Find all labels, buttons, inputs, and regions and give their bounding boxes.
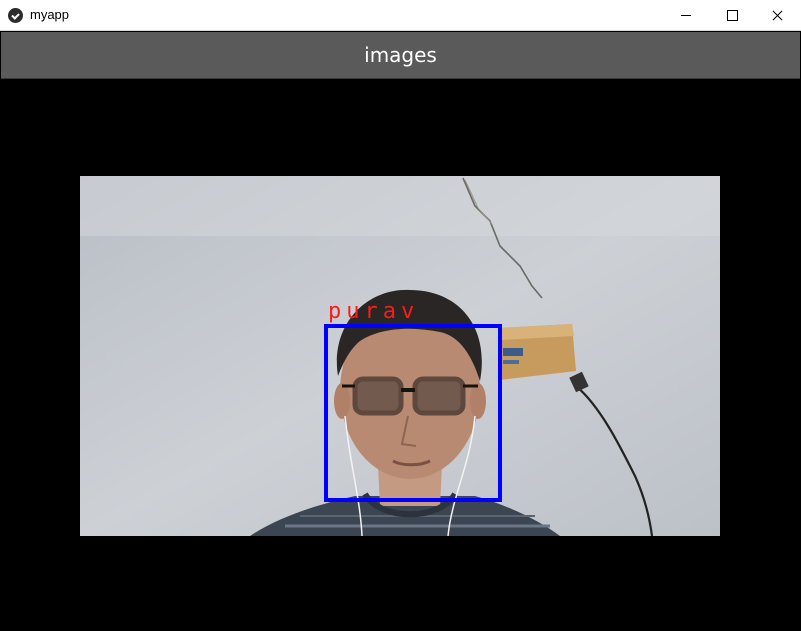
window-title: myapp: [30, 7, 70, 22]
camera-feed: purav: [80, 176, 720, 536]
face-detection-label: purav: [328, 299, 420, 324]
maximize-button[interactable]: [709, 0, 755, 30]
close-button[interactable]: [755, 0, 801, 30]
header-button[interactable]: images: [1, 32, 800, 79]
header-title: images: [364, 43, 437, 67]
app-window: myapp images purav: [0, 0, 801, 631]
app-icon: [8, 8, 23, 23]
title-bar[interactable]: myapp: [0, 0, 801, 31]
minimize-button[interactable]: [663, 0, 709, 30]
face-detection-box: [324, 324, 502, 502]
